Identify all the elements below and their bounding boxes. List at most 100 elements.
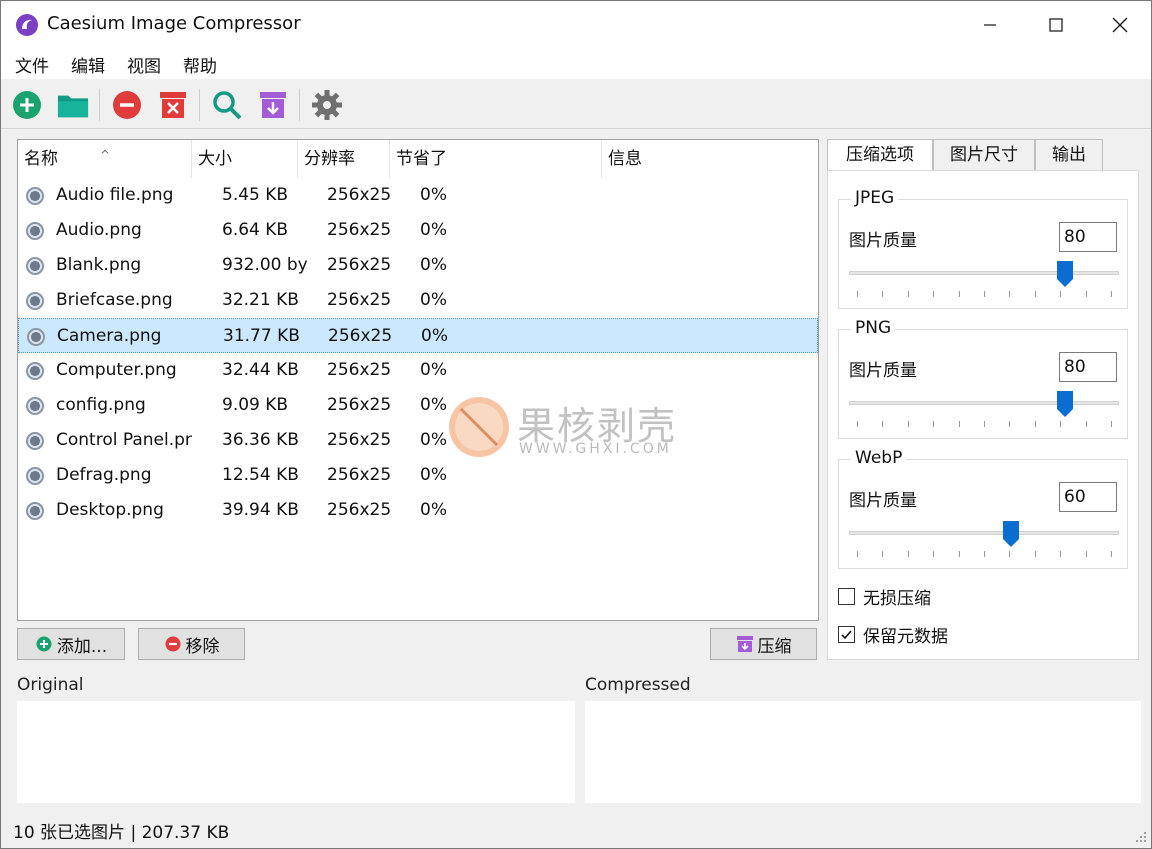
slider-tick	[933, 421, 935, 427]
compress-toolbar-button[interactable]	[257, 89, 289, 121]
slider-tick	[1085, 291, 1087, 297]
keep-metadata-checkbox[interactable]	[838, 626, 855, 643]
slider-tick	[907, 291, 909, 297]
slider-tick	[882, 421, 884, 427]
jpeg-quality-slider-track[interactable]	[849, 271, 1119, 275]
slider-tick	[1009, 551, 1011, 557]
slider-tick	[1034, 551, 1036, 557]
file-row[interactable]: Audio file.png 5.45 KB 256x25(0%	[18, 178, 818, 213]
settings-button[interactable]	[311, 89, 343, 121]
title-bar: Caesium Image Compressor	[1, 1, 1151, 49]
search-button[interactable]	[211, 89, 243, 121]
compression-options-panel: JPEG 图片质量 80 PNG 图片质量 80 WebP 图片质量 60 无损…	[827, 170, 1139, 660]
group-title: WebP	[851, 448, 907, 468]
webp-quality-input[interactable]: 60	[1059, 482, 1117, 512]
jpeg-quality-slider-thumb[interactable]	[1057, 261, 1073, 287]
png-quality-slider-track[interactable]	[849, 401, 1119, 405]
settings-icon	[312, 90, 342, 120]
slider-tick	[958, 291, 960, 297]
remove-icon	[164, 635, 182, 653]
resize-grip-icon[interactable]	[1135, 831, 1147, 843]
slider-ticks	[857, 551, 1113, 557]
slider-tick	[958, 421, 960, 427]
file-row[interactable]: Blank.png 932.00 by 256x25(0%	[18, 248, 818, 283]
quality-label: 图片质量	[849, 231, 917, 251]
file-saved: 0%	[420, 185, 447, 205]
column-header-size[interactable]: 大小	[192, 140, 298, 178]
menu-view[interactable]: 视图	[127, 52, 161, 77]
file-row[interactable]: Camera.png 31.77 KB 256x25(0%	[18, 318, 818, 353]
column-header-saved[interactable]: 节省了	[390, 140, 602, 178]
compress-button[interactable]: 压缩	[710, 628, 817, 660]
quality-label: 图片质量	[849, 491, 917, 511]
column-header-name[interactable]: 名称 ^	[18, 140, 192, 178]
remove-files-button[interactable]: 移除	[138, 628, 245, 660]
open-folder-button[interactable]	[57, 89, 89, 121]
minimize-icon	[984, 24, 996, 26]
file-saved: 0%	[420, 220, 447, 240]
slider-tick	[984, 291, 985, 297]
file-name: Audio file.png	[56, 185, 174, 205]
file-row[interactable]: Audio.png 6.64 KB 256x25(0%	[18, 213, 818, 248]
file-saved: 0%	[420, 290, 447, 310]
file-list[interactable]: 名称 ^ 大小 分辨率 节省了 信息 Audio file.png 5.45 KB…	[17, 139, 819, 621]
close-button[interactable]	[1087, 1, 1152, 49]
file-saved: 0%	[420, 395, 447, 415]
file-size: 36.36 KB	[222, 430, 299, 450]
slider-ticks	[857, 421, 1113, 427]
menu-help[interactable]: 帮助	[183, 52, 217, 77]
webp-quality-slider-thumb[interactable]	[1003, 521, 1019, 547]
tab-output[interactable]: 输出	[1035, 139, 1103, 171]
tab-image-size[interactable]: 图片尺寸	[933, 139, 1035, 171]
png-quality-slider-thumb[interactable]	[1057, 391, 1073, 417]
column-header-info[interactable]: 信息	[602, 140, 818, 178]
file-status-icon	[26, 397, 44, 415]
file-row[interactable]: config.png 9.09 KB 256x25(0%	[18, 388, 818, 423]
toolbar-separator	[99, 89, 100, 121]
file-size: 32.21 KB	[222, 290, 299, 310]
png-quality-input[interactable]: 80	[1059, 352, 1117, 382]
lossless-checkbox-row[interactable]: 无损压缩	[838, 584, 931, 609]
add-files-label: 添加...	[56, 636, 108, 657]
add-icon	[35, 635, 53, 653]
webp-quality-slider-track[interactable]	[849, 531, 1119, 535]
file-rows: Audio file.png 5.45 KB 256x25(0% Audio.png 6…	[18, 178, 818, 528]
slider-tick	[882, 551, 884, 557]
original-preview	[17, 701, 575, 803]
app-logo-icon	[16, 14, 38, 36]
add-files-button[interactable]: 添加...	[17, 628, 125, 660]
file-row[interactable]: Control Panel.pr 36.36 KB 256x25(0%	[18, 423, 818, 458]
maximize-button[interactable]	[1023, 1, 1089, 49]
keep-metadata-checkbox-row[interactable]: 保留元数据	[838, 622, 948, 647]
png-group: PNG 图片质量 80	[838, 318, 1128, 439]
lossless-checkbox[interactable]	[838, 588, 855, 605]
tab-compression-options[interactable]: 压缩选项	[827, 139, 933, 172]
slider-tick	[1034, 421, 1036, 427]
file-row[interactable]: Computer.png 32.44 KB 256x25(0%	[18, 353, 818, 388]
file-name: config.png	[56, 395, 146, 415]
remove-button[interactable]	[111, 89, 143, 121]
file-resolution: 256x25(	[327, 185, 391, 205]
app-window: Caesium Image Compressor 文件 编辑 视图 帮助 名称 …	[0, 0, 1152, 849]
jpeg-quality-input[interactable]: 80	[1059, 222, 1117, 252]
file-row[interactable]: Defrag.png 12.54 KB 256x25(0%	[18, 458, 818, 493]
checkmark-icon	[841, 630, 852, 640]
column-header-resolution[interactable]: 分辨率	[298, 140, 390, 178]
file-row[interactable]: Briefcase.png 32.21 KB 256x25(0%	[18, 283, 818, 318]
add-button[interactable]	[11, 89, 43, 121]
minimize-button[interactable]	[957, 1, 1023, 49]
jpeg-group: JPEG 图片质量 80	[838, 188, 1128, 309]
file-row[interactable]: Desktop.png 39.94 KB 256x25(0%	[18, 493, 818, 528]
menu-edit[interactable]: 编辑	[71, 52, 105, 77]
file-saved: 0%	[420, 360, 447, 380]
compressed-preview	[585, 701, 1141, 803]
file-status-icon	[26, 432, 44, 450]
slider-tick	[1111, 421, 1112, 427]
menu-file[interactable]: 文件	[15, 52, 49, 77]
file-size: 6.64 KB	[222, 220, 289, 240]
file-status-icon	[26, 467, 44, 485]
slider-tick	[857, 551, 858, 557]
file-size: 31.77 KB	[223, 326, 300, 346]
compress-icon	[736, 635, 754, 653]
clear-list-button[interactable]	[157, 89, 189, 121]
